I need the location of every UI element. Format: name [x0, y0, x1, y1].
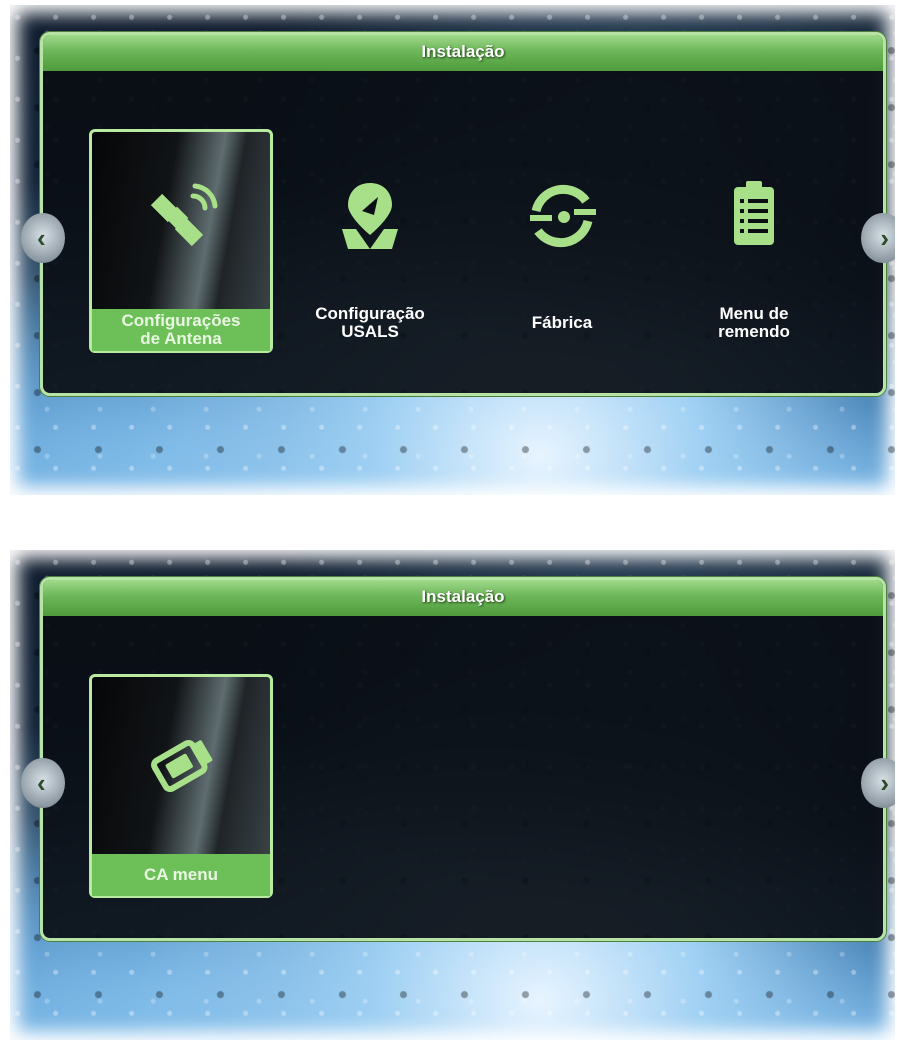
installation-screen-page-2: Instalação ‹ › CA menu — [10, 550, 895, 1040]
menu-item-factory[interactable]: Fábrica — [473, 129, 651, 347]
menu-item-label: Configurações de Antena — [92, 309, 270, 351]
nav-left-button[interactable]: ‹ — [21, 758, 65, 808]
installation-screen-page-1: Instalação ‹ › Configurações de Antena C… — [10, 5, 895, 495]
factory-reset-icon — [473, 177, 651, 257]
map-pin-icon — [281, 177, 459, 257]
installation-menu-panel: Instalação ‹ › CA menu — [21, 577, 895, 941]
chevron-right-icon: › — [880, 223, 889, 253]
satellite-icon — [92, 180, 270, 260]
installation-menu-panel: Instalação ‹ › Configurações de Antena C… — [21, 32, 895, 396]
menu-item-patch-menu[interactable]: Menu de remendo — [665, 129, 843, 347]
nav-right-button[interactable]: › — [861, 758, 895, 808]
chevron-left-icon: ‹ — [37, 768, 46, 798]
nav-right-button[interactable]: › — [861, 213, 895, 263]
clipboard-icon — [665, 177, 843, 257]
chevron-left-icon: ‹ — [37, 223, 46, 253]
menu-item-usals[interactable]: Configuração USALS — [281, 129, 459, 347]
chevron-right-icon: › — [880, 768, 889, 798]
nav-left-button[interactable]: ‹ — [21, 213, 65, 263]
menu-title: Instalação — [43, 35, 883, 71]
ca-card-icon — [92, 725, 270, 805]
menu-item-antenna-settings[interactable]: Configurações de Antena — [89, 129, 273, 353]
menu-title: Instalação — [43, 580, 883, 616]
menu-item-label: Fábrica — [531, 313, 593, 332]
menu-item-label: Menu de remendo — [718, 304, 790, 341]
menu-item-ca-menu[interactable]: CA menu — [89, 674, 273, 898]
menu-item-label: Configuração USALS — [315, 304, 425, 341]
menu-item-label: CA menu — [92, 854, 270, 896]
